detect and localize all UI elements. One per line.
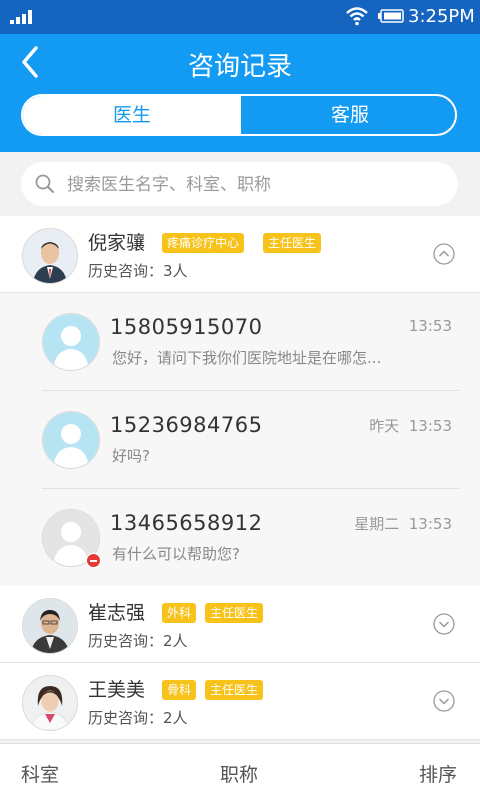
wifi-icon [346,7,368,26]
title-tag: 主任医生 [205,603,264,623]
chat-item[interactable]: 15805915070 您好，请问下我你们医院地址是在哪怎... 13:53 [42,293,460,391]
chat-time: 13:53 [409,317,452,335]
user-avatar [42,411,100,469]
chat-time: 星期二 13:53 [354,513,452,534]
history-count: 历史咨询：3人 [88,262,188,280]
chat-item[interactable]: 13465658912 有什么可以帮助您? 星期二 13:53 [42,489,460,586]
filter-title-button[interactable]: 职称 [220,760,258,787]
doctor-item[interactable]: 王美美 骨科 主任医生 历史咨询：2人 [0,663,480,740]
history-count: 历史咨询：2人 [88,632,188,650]
signal-icon [10,10,32,24]
department-tag: 疼痛诊疗中心 [162,233,245,253]
doctor-item[interactable]: 崔志强 外科 主任医生 历史咨询：2人 [0,586,480,663]
chat-clock: 13:53 [408,515,452,533]
tab-service[interactable]: 客服 [241,96,455,134]
title-tag: 主任医生 [263,233,322,253]
chat-day: 星期二 [354,515,400,533]
chat-day: 昨天 [369,417,400,435]
department-tag: 骨科 [162,680,197,700]
filter-department-button[interactable]: 科室 [21,760,59,787]
chat-message: 好吗? [112,447,150,465]
chat-phone: 15236984765 [110,413,263,437]
doctor-avatar [22,228,78,284]
doctor-name: 倪家骧 [88,232,146,254]
doctor-name: 崔志强 [88,602,146,624]
search-box[interactable] [21,162,458,206]
battery-icon [378,9,404,23]
doctor-name: 王美美 [88,679,146,701]
chat-phone: 15805915070 [110,315,263,339]
chat-message: 您好，请问下我你们医院地址是在哪怎... [112,349,382,367]
search-area [0,152,480,216]
chevron-up-icon[interactable] [433,243,455,265]
chevron-down-icon[interactable] [433,690,455,712]
doctor-avatar [22,598,78,654]
doctor-avatar [22,675,78,731]
user-avatar [42,313,100,371]
bottom-filter-bar: 科室 职称 排序 [0,743,480,801]
chat-message: 有什么可以帮助您? [112,545,240,563]
chat-phone: 13465658912 [110,511,263,535]
title-tag: 主任医生 [205,680,264,700]
tab-doctor[interactable]: 医生 [23,96,241,134]
chat-list: 15805915070 您好，请问下我你们医院地址是在哪怎... 13:53 1… [0,293,480,586]
offline-badge-icon [86,553,101,568]
sort-button[interactable]: 排序 [419,760,457,787]
chat-item[interactable]: 15236984765 好吗? 昨天 13:53 [42,391,460,489]
status-time: 3:25PM [408,6,475,27]
search-icon [35,174,54,193]
page-title: 咨询记录 [187,52,292,82]
chat-clock: 13:53 [408,317,452,335]
status-bar: 3:25PM [0,0,480,34]
doctor-item[interactable]: 倪家骧 疼痛诊疗中心 主任医生 历史咨询：3人 [0,216,480,293]
navbar: 咨询记录 医生 客服 [0,34,480,152]
segment-control: 医生 客服 [21,94,457,136]
search-input[interactable] [65,168,449,202]
department-tag: 外科 [162,603,197,623]
chevron-down-icon[interactable] [433,613,455,635]
chat-clock: 13:53 [408,417,452,435]
history-count: 历史咨询：2人 [88,709,188,727]
chat-time: 昨天 13:53 [369,415,452,436]
